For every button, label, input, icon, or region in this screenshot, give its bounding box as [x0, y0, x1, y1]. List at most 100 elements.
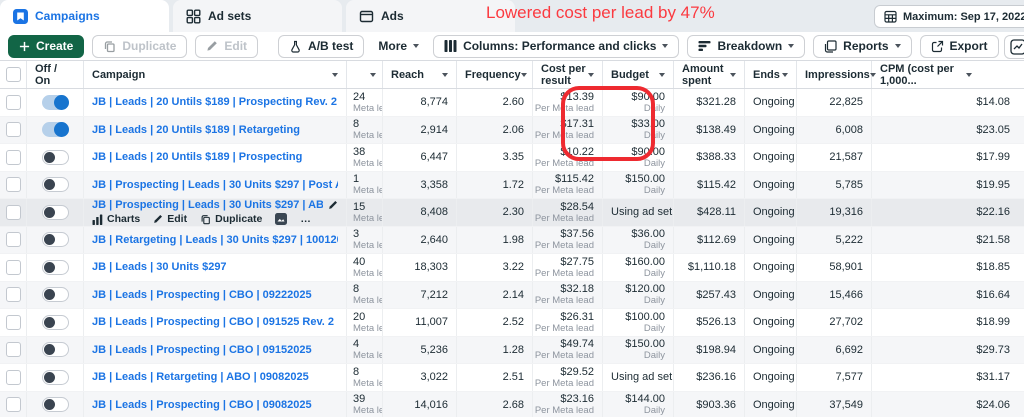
- tab-campaigns[interactable]: Campaigns: [0, 0, 169, 32]
- campaign-link[interactable]: JB | Leads | 20 Untils $189 | Retargetin…: [92, 124, 300, 136]
- cell-results: 20Meta leads: [347, 309, 383, 336]
- campaign-toggle[interactable]: [42, 397, 69, 412]
- cell-impressions: 37,549: [797, 392, 872, 417]
- header-cost-per-result[interactable]: Cost per result: [533, 61, 603, 88]
- header-amount-spent[interactable]: Amount spent: [674, 61, 745, 88]
- row-checkbox[interactable]: [6, 315, 21, 330]
- ads-icon: [359, 9, 374, 24]
- cell-frequency: 2.14: [457, 282, 533, 309]
- campaign-link[interactable]: JB | Leads | 20 Untils $189 | Prospectin…: [92, 151, 302, 163]
- reports-button[interactable]: Reports: [813, 35, 911, 58]
- cell-toggle: [27, 337, 84, 364]
- campaign-link[interactable]: JB | Leads | 30 Units $297: [92, 261, 227, 273]
- campaign-toggle[interactable]: [42, 315, 69, 330]
- cell-campaign: JB | Leads | Prospecting | CBO | 0908202…: [84, 392, 347, 417]
- cell-impressions: 7,577: [797, 364, 872, 391]
- row-checkbox[interactable]: [6, 177, 21, 192]
- cell-toggle: [27, 392, 84, 417]
- header-impressions[interactable]: Impressions: [797, 61, 872, 88]
- date-range-button[interactable]: Maximum: Sep 17, 2022 – Oct 17,: [874, 5, 1024, 28]
- sort-caret-icon: [730, 73, 736, 77]
- columns-button[interactable]: Columns: Performance and clicks: [433, 35, 679, 58]
- cell-cost-per-result: $27.75Per Meta lead: [533, 254, 603, 281]
- cell-cpm: $18.85: [872, 254, 1024, 281]
- campaigns-icon: [13, 9, 28, 24]
- row-checkbox[interactable]: [6, 150, 21, 165]
- cell-results: 40Meta leads: [347, 254, 383, 281]
- export-button[interactable]: Export: [920, 35, 999, 58]
- header-results[interactable]: [347, 61, 383, 88]
- more-button[interactable]: More: [372, 35, 425, 58]
- campaign-link[interactable]: JB | Prospecting | Leads | 30 Units $297…: [92, 199, 323, 211]
- header-campaign[interactable]: Campaign: [84, 61, 347, 88]
- cell-checkbox: [0, 172, 27, 199]
- row-checkbox[interactable]: [6, 397, 21, 412]
- header-cpm[interactable]: CPM (cost per 1,000...: [872, 61, 1024, 88]
- campaign-toggle[interactable]: [42, 370, 69, 385]
- cell-results: 4Meta leads: [347, 337, 383, 364]
- campaign-toggle[interactable]: [42, 122, 69, 137]
- charts-action[interactable]: Charts: [92, 213, 140, 225]
- campaign-toggle[interactable]: [42, 287, 69, 302]
- duplicate-button[interactable]: Duplicate: [92, 35, 187, 58]
- row-checkbox[interactable]: [6, 95, 21, 110]
- media-icon[interactable]: [275, 213, 287, 225]
- campaign-link[interactable]: JB | Leads | Prospecting | CBO | 091525 …: [92, 316, 334, 328]
- sort-caret-icon: [588, 73, 594, 77]
- create-button[interactable]: Create: [8, 35, 84, 58]
- cell-cost-per-result: $49.74Per Meta lead: [533, 337, 603, 364]
- cell-cost-per-result: $28.54Per Meta lead: [533, 199, 603, 226]
- campaign-toggle[interactable]: [42, 95, 69, 110]
- campaign-toggle[interactable]: [42, 232, 69, 247]
- edit-name-icon[interactable]: [328, 200, 338, 210]
- campaign-toggle[interactable]: [42, 150, 69, 165]
- cell-impressions: 27,702: [797, 309, 872, 336]
- cell-frequency: 3.35: [457, 144, 533, 171]
- cell-ends: Ongoing: [745, 392, 797, 417]
- campaign-toggle[interactable]: [42, 260, 69, 275]
- campaign-toggle[interactable]: [42, 205, 69, 220]
- campaign-toggle[interactable]: [42, 177, 69, 192]
- campaign-link[interactable]: JB | Leads | Prospecting | CBO | 0915202…: [92, 344, 312, 356]
- tab-ad-sets[interactable]: Ad sets: [173, 0, 342, 32]
- row-checkbox[interactable]: [6, 260, 21, 275]
- cell-amount-spent: $138.49: [674, 117, 745, 144]
- cell-checkbox: [0, 89, 27, 116]
- cell-reach: 8,774: [383, 89, 457, 116]
- row-checkbox[interactable]: [6, 232, 21, 247]
- campaign-link[interactable]: JB | Prospecting | Leads | 30 Units $297…: [92, 179, 338, 191]
- cell-amount-spent: $903.36: [674, 392, 745, 417]
- header-reach[interactable]: Reach: [383, 61, 457, 88]
- cell-ends: Ongoing: [745, 227, 797, 254]
- header-frequency[interactable]: Frequency: [457, 61, 533, 88]
- ab-test-button[interactable]: A/B test: [278, 35, 364, 58]
- cell-amount-spent: $257.43: [674, 282, 745, 309]
- campaign-link[interactable]: JB | Leads | Prospecting | CBO | 0908202…: [92, 399, 312, 411]
- row-checkbox[interactable]: [6, 342, 21, 357]
- cell-checkbox: [0, 254, 27, 281]
- row-checkbox[interactable]: [6, 122, 21, 137]
- campaign-link[interactable]: JB | Leads | Prospecting | CBO | 0922202…: [92, 289, 312, 301]
- header-budget[interactable]: Budget: [603, 61, 674, 88]
- select-all-checkbox[interactable]: [6, 67, 21, 82]
- campaign-toggle[interactable]: [42, 342, 69, 357]
- edit-action[interactable]: Edit: [153, 213, 187, 225]
- campaign-link[interactable]: JB | Leads | Retargeting | ABO | 0908202…: [92, 371, 309, 383]
- charts-panel-button[interactable]: [1004, 35, 1024, 59]
- row-checkbox[interactable]: [6, 205, 21, 220]
- more-actions[interactable]: …: [300, 213, 311, 225]
- row-checkbox[interactable]: [6, 287, 21, 302]
- breakdown-button[interactable]: Breakdown: [687, 35, 805, 58]
- header-ends[interactable]: Ends: [745, 61, 797, 88]
- cell-reach: 18,303: [383, 254, 457, 281]
- cell-impressions: 5,222: [797, 227, 872, 254]
- campaign-link[interactable]: JB | Leads | 20 Untils $189 | Prospectin…: [92, 96, 338, 108]
- cell-frequency: 3.22: [457, 254, 533, 281]
- campaign-link[interactable]: JB | Retargeting | Leads | 30 Units $297…: [92, 234, 338, 246]
- duplicate-action[interactable]: Duplicate: [200, 213, 262, 225]
- header-off-on: Off / On: [27, 61, 84, 88]
- row-checkbox[interactable]: [6, 370, 21, 385]
- edit-button[interactable]: Edit: [195, 35, 258, 58]
- cell-frequency: 2.30: [457, 199, 533, 226]
- cell-amount-spent: $1,110.18: [674, 254, 745, 281]
